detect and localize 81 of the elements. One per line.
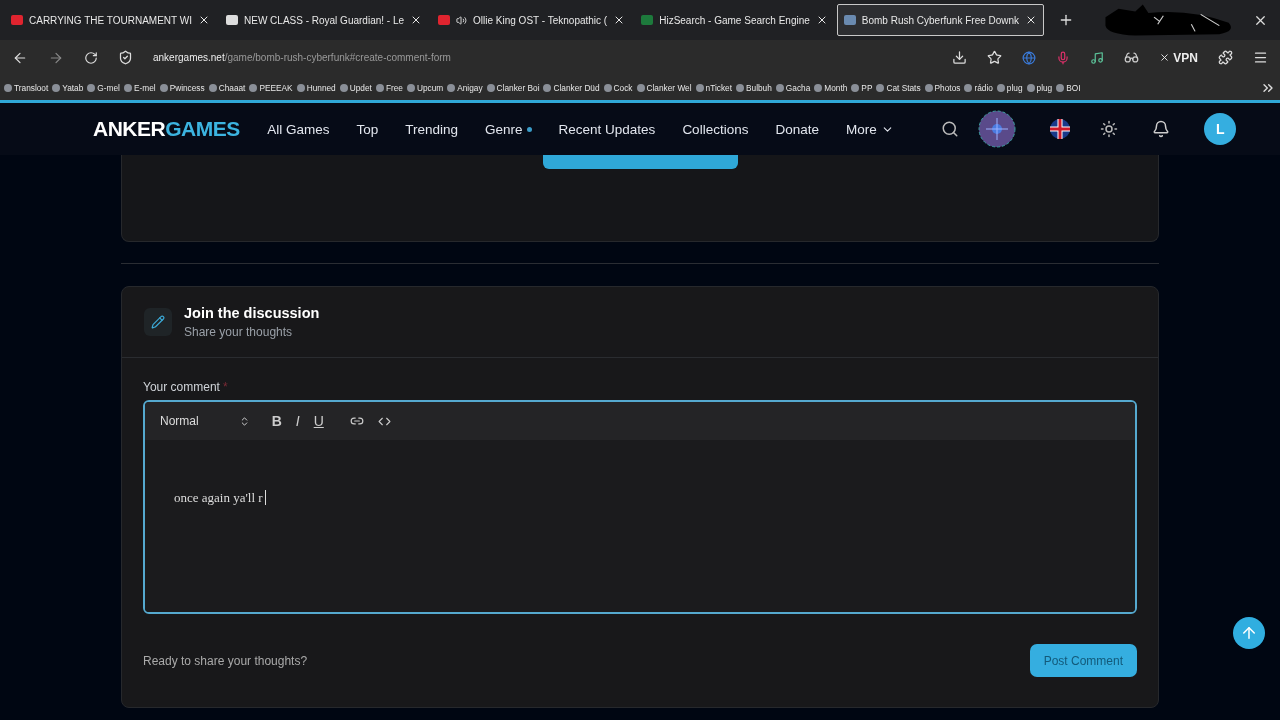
format-select[interactable]: Normal (160, 414, 250, 428)
nav-link[interactable]: Donate (761, 121, 833, 137)
bookmark-link[interactable]: BOI (1056, 82, 1081, 93)
bookmark-link[interactable]: Yatab (52, 82, 84, 93)
bookmark-link[interactable]: Chaaat (208, 82, 246, 93)
bookmark-link[interactable]: Upcum (406, 82, 444, 93)
bookmark-link[interactable]: Clanker Boi (486, 82, 540, 93)
link-icon[interactable] (349, 414, 364, 428)
microphone-icon[interactable] (1056, 50, 1071, 65)
bookmark-link[interactable]: Transloot (4, 82, 49, 93)
nav-link[interactable]: All Games (253, 121, 343, 137)
browser-tab[interactable]: HizSearch - Game Search Engine (634, 4, 835, 36)
bookmark-link[interactable]: G-mel (87, 82, 120, 93)
bookmark-link[interactable]: rádio (964, 82, 993, 93)
bookmark-link[interactable]: Month (814, 82, 848, 93)
format-button[interactable]: U (313, 413, 324, 429)
nav-link[interactable]: Top (342, 121, 392, 137)
flag-icon[interactable] (1050, 119, 1071, 139)
extension-icon[interactable] (1022, 50, 1037, 65)
search-icon[interactable] (941, 120, 960, 138)
bookmark-link[interactable]: Updet (339, 82, 372, 93)
bookmark-link[interactable]: PP (851, 82, 873, 93)
bookmark-link[interactable]: E-mel (123, 82, 156, 93)
card-title: Join the discussion (184, 305, 320, 321)
tab-title: Ollie King OST - Teknopathic ( (473, 14, 608, 26)
browser-tab[interactable]: Bomb Rush Cyberfunk Free Downk (836, 4, 1045, 36)
close-icon[interactable] (198, 14, 210, 26)
glasses-icon[interactable] (1124, 50, 1140, 65)
bookmark-link[interactable]: Gacha (775, 82, 811, 93)
bookmark-link[interactable]: Photos (924, 82, 961, 93)
comment-text: once again ya'll r (174, 490, 266, 505)
nav-link[interactable]: Recent Updates (545, 121, 669, 137)
logo-wordmark[interactable]: ANKER (93, 117, 166, 141)
speaker-icon[interactable] (456, 14, 468, 26)
browser-tab[interactable]: Ollie King OST - Teknopathic ( (431, 4, 633, 36)
nav-link[interactable]: More (832, 121, 908, 137)
card-subtitle: Share your thoughts (184, 325, 294, 339)
bookmark-link[interactable]: Clanker Düd (543, 82, 600, 93)
bookmark-link[interactable]: PEEEAK (249, 82, 293, 93)
tab-title: HizSearch - Game Search Engine (659, 14, 810, 26)
required-mark: * (222, 380, 228, 394)
format-button[interactable]: I (295, 413, 300, 429)
bookmark-link[interactable]: plug (1026, 82, 1053, 93)
logo-wordmark-accent[interactable]: GAMES (165, 117, 240, 141)
pencil-icon (144, 308, 172, 336)
bookmark-link[interactable]: Free (375, 82, 403, 93)
browser-tab[interactable]: NEW CLASS - Royal Guardian! - Le (219, 4, 430, 36)
reload-icon[interactable] (84, 50, 98, 65)
bookmark-star-icon[interactable] (987, 50, 1003, 65)
address-field[interactable]: ankergames.net/game/bomb-rush-cyberfunk#create-comment-form (153, 52, 451, 63)
bookmark-link[interactable]: plug (996, 82, 1023, 93)
notification-icon[interactable] (1152, 120, 1171, 138)
format-button[interactable]: B (271, 413, 282, 429)
shield-icon[interactable] (118, 50, 133, 65)
comment-editor[interactable]: Normal B I U once again ya'll r (143, 400, 1137, 614)
close-icon (1159, 52, 1171, 63)
bookmark-link[interactable]: Cock (603, 82, 633, 93)
bookmark-link[interactable]: Bulbuh (736, 82, 772, 93)
compass-icon[interactable] (978, 110, 1017, 148)
download-icon[interactable] (952, 50, 968, 65)
tab-title: Bomb Rush Cyberfunk Free Downk (861, 14, 1020, 26)
nav-link[interactable]: Genre (471, 121, 546, 137)
tab-title: NEW CLASS - Royal Guardian! - Le (244, 14, 405, 26)
bookmark-link[interactable]: nTicket (695, 82, 732, 93)
bookmark-link[interactable]: Anigay (447, 82, 483, 93)
scroll-top-button[interactable] (1233, 617, 1265, 649)
bookmark-link[interactable]: Hunned (296, 82, 336, 93)
browser-tab[interactable]: CARRYING THE TOURNAMENT WI (4, 4, 217, 36)
music-icon[interactable] (1090, 50, 1105, 65)
bookmark-link[interactable]: Pwincess (159, 82, 205, 93)
theme-icon[interactable] (1100, 120, 1119, 138)
tab-title: CARRYING THE TOURNAMENT WI (29, 14, 192, 26)
footer-prompt: Ready to share your thoughts? (143, 653, 308, 668)
nav-link[interactable]: Trending (391, 121, 472, 137)
bookmark-link[interactable]: Cat Stats (876, 82, 921, 93)
extensions-icon[interactable] (1218, 50, 1233, 65)
menu-icon[interactable] (1253, 50, 1268, 65)
nav-link[interactable]: Collections (668, 121, 762, 137)
vpn-button[interactable]: VPN (1159, 50, 1198, 65)
bookmark-link[interactable]: Clanker Wel (636, 82, 692, 93)
field-label: Your comment (143, 380, 220, 394)
